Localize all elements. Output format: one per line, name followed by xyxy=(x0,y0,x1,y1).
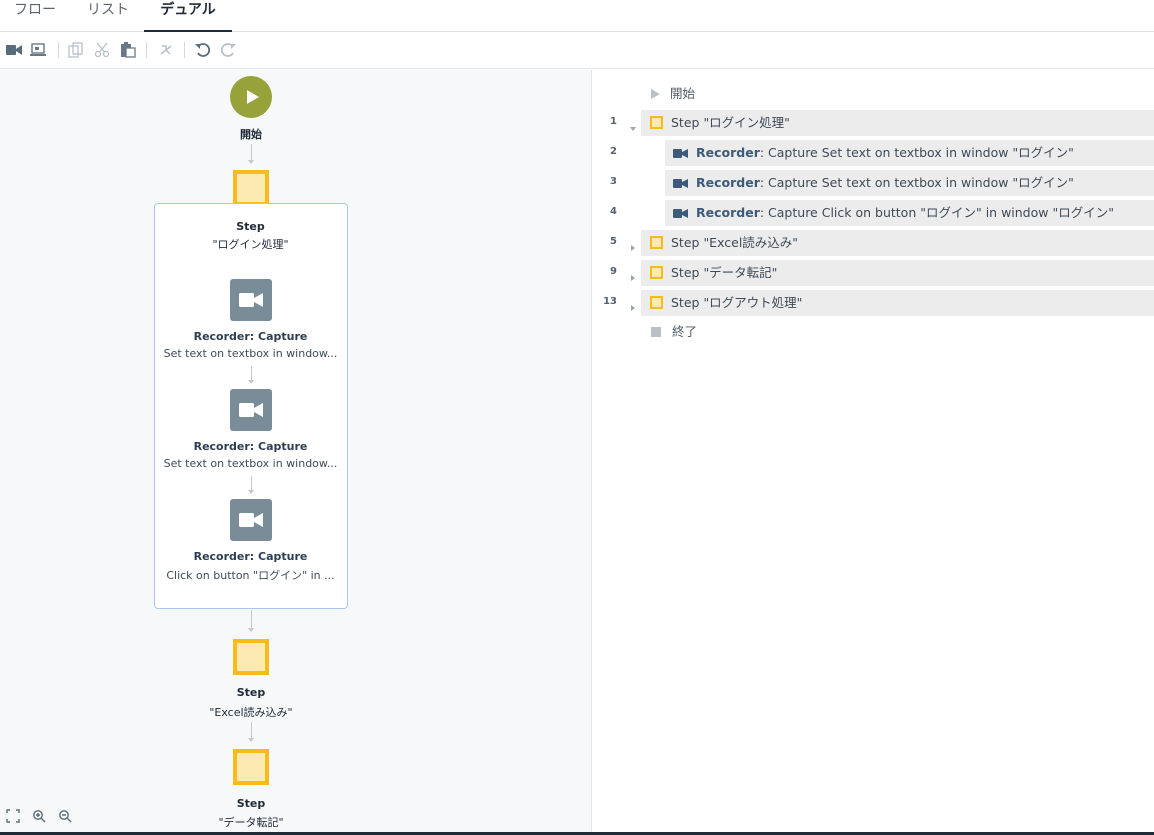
recorder-node-2[interactable] xyxy=(230,389,272,431)
row-type: Step xyxy=(671,235,704,250)
list-end[interactable]: 終了 xyxy=(651,322,697,342)
video-camera-icon xyxy=(673,209,688,218)
row-type: Recorder xyxy=(696,145,760,160)
group-step-name: "ログイン処理" xyxy=(212,238,289,251)
row-detail: : Capture Set text on textbox in window … xyxy=(759,145,1074,160)
toolbar-separator xyxy=(184,42,185,58)
list-row-recorder[interactable]: Recorder: Capture Set text on textbox in… xyxy=(665,170,1154,196)
disable-icon[interactable] xyxy=(156,40,176,60)
recorder-desc-3: Click on button "ログイン" in ... xyxy=(166,569,335,582)
connector-arrow xyxy=(248,610,254,632)
list-row-step-transfer[interactable]: Step "データ転記" xyxy=(641,260,1154,286)
recorder-node-1[interactable] xyxy=(230,279,272,321)
step-node-transfer[interactable] xyxy=(233,749,269,785)
zoom-in-icon[interactable] xyxy=(32,808,48,824)
tab-flow[interactable]: フロー xyxy=(12,0,58,32)
list-row-recorder[interactable]: Recorder: Capture Click on button "ログイン"… xyxy=(665,200,1154,226)
row-type: Step xyxy=(671,295,704,310)
recorder-node-3[interactable] xyxy=(230,499,272,541)
view-tabs: フロー リスト デュアル xyxy=(0,0,1154,32)
expand-caret-icon[interactable] xyxy=(628,268,638,281)
row-detail: : Capture Set text on textbox in window … xyxy=(759,175,1074,190)
list-start[interactable]: 開始 xyxy=(651,84,695,104)
video-camera-icon xyxy=(239,293,263,307)
tab-dual[interactable]: デュアル xyxy=(144,0,232,32)
recorder-title-2: Recorder: Capture xyxy=(193,440,308,453)
video-camera-icon xyxy=(673,179,688,188)
list-end-label: 終了 xyxy=(672,324,698,339)
video-camera-icon xyxy=(239,403,263,417)
step-icon xyxy=(650,236,663,249)
redo-icon[interactable] xyxy=(218,40,238,60)
fit-screen-icon[interactable] xyxy=(6,808,22,824)
row-name: "ログアウト処理" xyxy=(703,295,803,310)
list-row-step-excel[interactable]: Step "Excel読み込み" xyxy=(641,230,1154,256)
action-list: 開始 1 Step "ログイン処理" 2 Recorder: Capture S… xyxy=(593,70,1154,832)
step-title-excel: Step xyxy=(236,686,266,699)
group-step-title: Step xyxy=(236,220,265,233)
list-row-step-logout[interactable]: Step "ログアウト処理" xyxy=(641,290,1154,316)
list-start-label: 開始 xyxy=(670,86,696,101)
step-node-login[interactable] xyxy=(233,170,269,206)
line-number: 5 xyxy=(610,236,617,247)
line-number: 3 xyxy=(610,176,617,187)
step-node-excel[interactable] xyxy=(233,639,269,675)
step-title-transfer: Step xyxy=(236,797,266,810)
connector-arrow xyxy=(248,476,254,494)
line-number: 2 xyxy=(610,146,617,157)
row-type: Recorder xyxy=(696,205,760,220)
start-node[interactable] xyxy=(230,76,272,118)
tab-list[interactable]: リスト xyxy=(86,0,130,32)
step-icon xyxy=(650,266,663,279)
step-name-excel: "Excel読み込み" xyxy=(209,706,293,719)
toolbar-separator xyxy=(146,42,147,58)
recorder-title-3: Recorder: Capture xyxy=(193,550,308,563)
record-video-icon[interactable] xyxy=(4,40,24,60)
row-type: Step xyxy=(671,265,704,280)
play-icon xyxy=(651,89,660,99)
copy-icon[interactable] xyxy=(66,40,86,60)
row-name: "ログイン処理" xyxy=(703,115,790,130)
paste-icon[interactable] xyxy=(118,40,138,60)
connector-arrow xyxy=(248,722,254,742)
step-icon xyxy=(650,116,663,129)
start-label: 開始 xyxy=(240,128,262,141)
undo-icon[interactable] xyxy=(193,40,213,60)
list-row-step-login[interactable]: Step "ログイン処理" xyxy=(641,110,1154,136)
connector-arrow xyxy=(248,366,254,384)
row-type: Recorder xyxy=(696,175,760,190)
stop-icon xyxy=(651,327,661,337)
expand-caret-icon[interactable] xyxy=(628,238,638,251)
recorder-desc-1: Set text on textbox in window... xyxy=(163,347,338,360)
row-name: "データ転記" xyxy=(703,265,778,280)
expand-caret-icon[interactable] xyxy=(628,298,638,311)
row-type: Step xyxy=(671,115,704,130)
video-camera-icon xyxy=(673,149,688,158)
recorder-desc-2: Set text on textbox in window... xyxy=(163,457,338,470)
video-camera-icon xyxy=(239,513,263,527)
flow-canvas[interactable]: 開始 Step "ログイン処理" Recorder: Capture Set t… xyxy=(0,70,592,832)
list-row-recorder[interactable]: Recorder: Capture Set text on textbox in… xyxy=(665,140,1154,166)
line-number: 1 xyxy=(610,116,617,127)
recorder-title-1: Recorder: Capture xyxy=(193,330,308,343)
screen-capture-icon[interactable] xyxy=(28,40,48,60)
row-name: "Excel読み込み" xyxy=(703,235,799,250)
collapse-caret-icon[interactable] xyxy=(628,119,638,131)
line-number: 9 xyxy=(610,266,617,277)
toolbar xyxy=(0,33,1154,69)
cut-icon[interactable] xyxy=(92,40,112,60)
toolbar-separator xyxy=(58,42,59,58)
zoom-out-icon[interactable] xyxy=(58,808,74,824)
step-group-login[interactable]: Step "ログイン処理" Recorder: Capture Set text… xyxy=(154,203,348,609)
step-name-transfer: "データ転記" xyxy=(218,816,284,829)
row-detail: : Capture Click on button "ログイン" in wind… xyxy=(759,205,1114,220)
connector-arrow xyxy=(248,144,254,164)
line-number: 13 xyxy=(603,296,617,307)
line-number: 4 xyxy=(610,206,617,217)
step-icon xyxy=(650,296,663,309)
